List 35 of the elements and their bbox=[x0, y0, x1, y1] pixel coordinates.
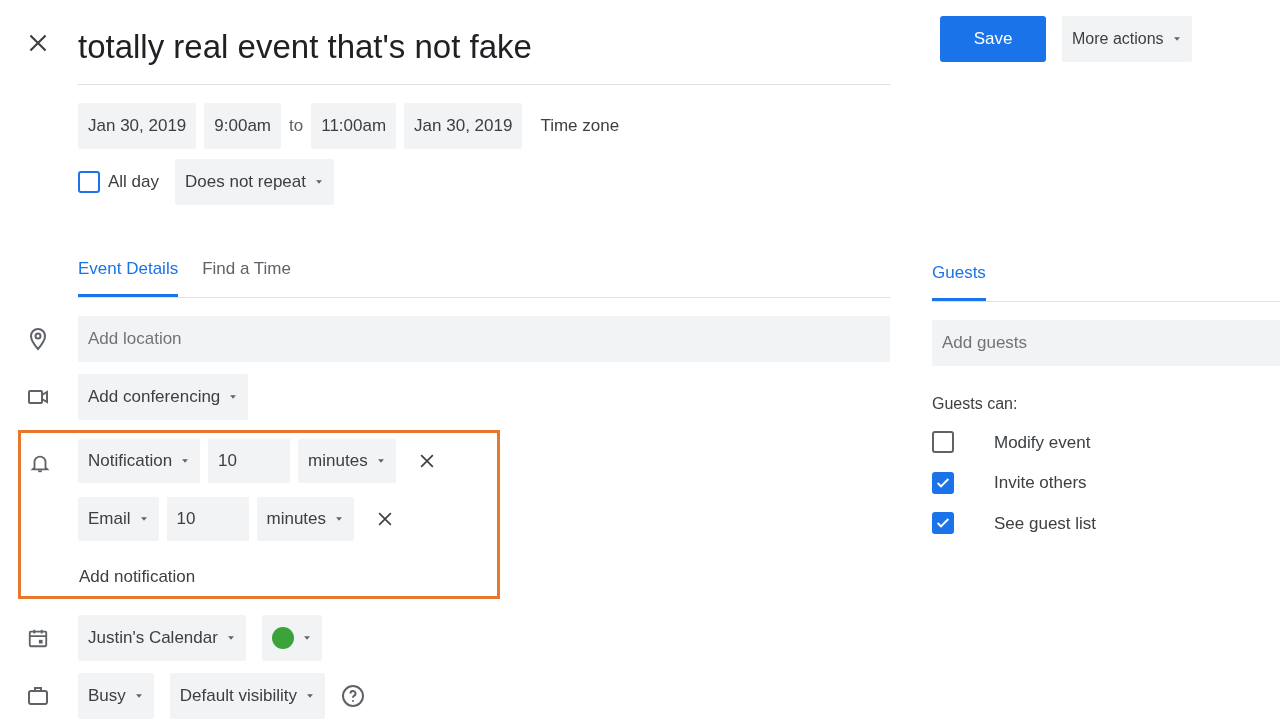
color-dropdown[interactable] bbox=[261, 615, 322, 661]
unit-dropdown[interactable]: minutes bbox=[298, 438, 396, 483]
location-field[interactable]: Add location bbox=[78, 315, 890, 362]
amount-field[interactable]: 10 bbox=[208, 438, 291, 483]
briefcase-icon bbox=[26, 684, 50, 708]
repeat-dropdown[interactable]: Does not repeat bbox=[175, 159, 334, 205]
range-separator: to bbox=[289, 115, 304, 138]
notification-type-dropdown[interactable]: Notification bbox=[78, 438, 201, 483]
permissions-heading: Guests can: bbox=[932, 393, 1019, 414]
more-actions-button[interactable]: More actions bbox=[1062, 16, 1192, 62]
amount-field[interactable]: 10 bbox=[166, 496, 249, 541]
date-time-chip[interactable]: Jan 30, 2019 bbox=[404, 103, 523, 149]
permission-checkbox[interactable]: Invite others bbox=[932, 470, 1280, 496]
tab[interactable]: Find a Time bbox=[202, 256, 291, 297]
help-icon bbox=[340, 684, 365, 708]
save-button[interactable]: Save bbox=[940, 16, 1046, 62]
calendar-dropdown[interactable]: Justin's Calendar bbox=[78, 615, 246, 661]
calendar-icon bbox=[27, 627, 49, 649]
notification-type-dropdown[interactable]: Email bbox=[78, 496, 159, 541]
tab[interactable]: Event Details bbox=[78, 256, 179, 297]
permission-checkbox[interactable]: See guest list bbox=[932, 510, 1280, 536]
permission-checkbox[interactable]: Modify event bbox=[932, 429, 1280, 455]
all-day-checkbox[interactable]: All day bbox=[78, 169, 160, 195]
date-time-chip[interactable]: 11:00am bbox=[311, 103, 397, 149]
title-field[interactable]: totally real event that's not fake bbox=[78, 21, 532, 72]
date-time-chip[interactable]: 9:00am bbox=[204, 103, 281, 149]
tab[interactable]: Guests bbox=[932, 260, 986, 301]
conferencing-dropdown[interactable]: Add conferencing bbox=[78, 373, 249, 420]
guests-field[interactable]: Add guests bbox=[932, 319, 1280, 366]
availability-dropdown[interactable]: Busy bbox=[78, 673, 154, 719]
unit-dropdown[interactable]: minutes bbox=[256, 496, 355, 541]
add-notification-link[interactable]: Add notification bbox=[78, 562, 197, 590]
time-zone-link[interactable]: Time zone bbox=[530, 103, 630, 149]
visibility-dropdown[interactable]: Default visibility bbox=[169, 673, 325, 719]
date-time-chip[interactable]: Jan 30, 2019 bbox=[78, 103, 197, 149]
